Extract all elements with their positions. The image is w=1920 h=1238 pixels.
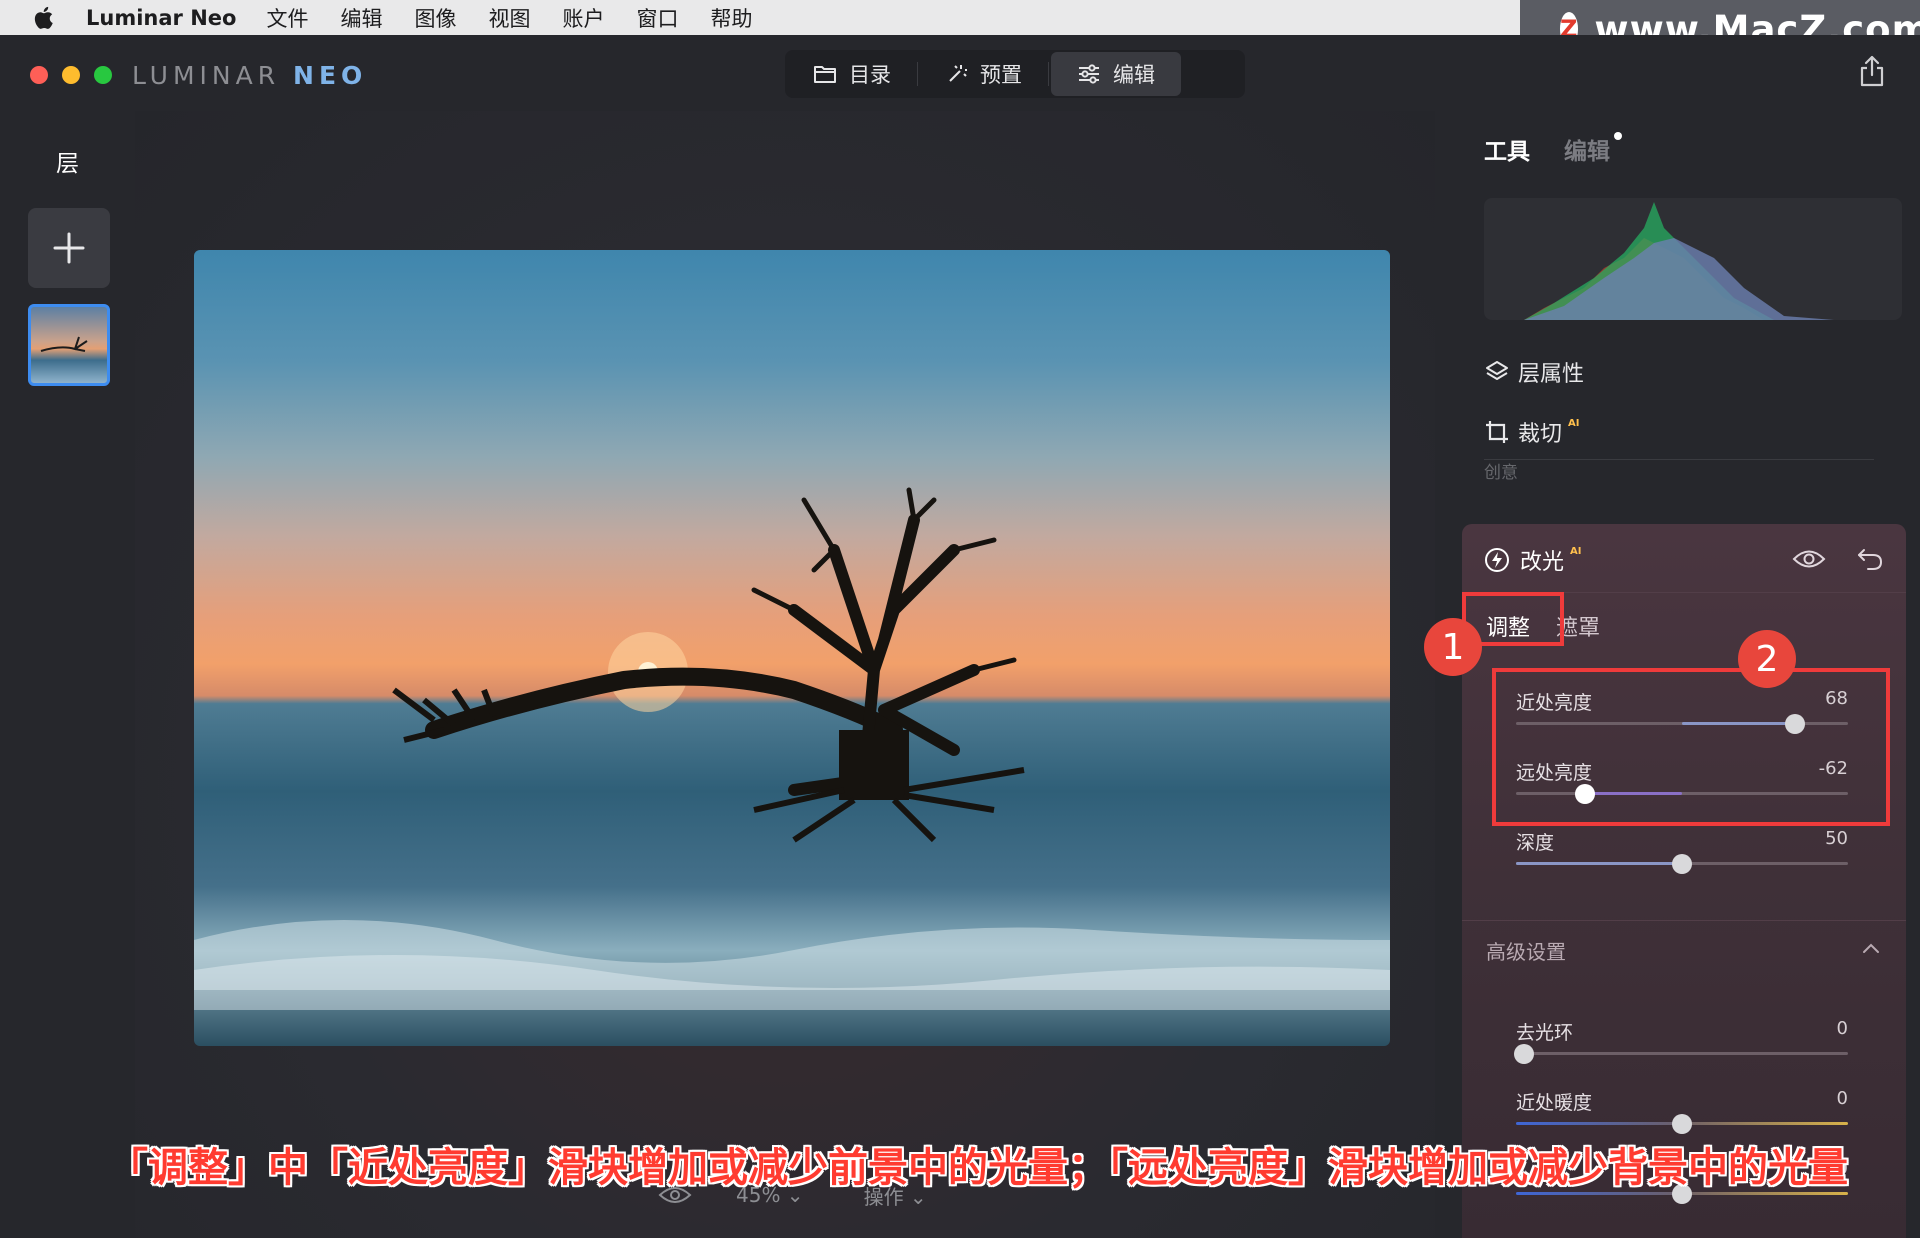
menu-view[interactable]: 视图 bbox=[488, 3, 530, 33]
layer-thumbnail-tree-icon bbox=[40, 336, 88, 352]
menu-help[interactable]: 帮助 bbox=[710, 3, 752, 33]
slider-near-warmth[interactable]: 近处暖度 0 bbox=[1516, 1088, 1848, 1134]
folder-icon bbox=[814, 66, 836, 83]
app-logo-luminar: LUMINAR bbox=[132, 61, 294, 90]
tab-edits[interactable]: 编辑 bbox=[1564, 132, 1622, 166]
slider-track[interactable] bbox=[1516, 1052, 1848, 1055]
mode-separator bbox=[917, 62, 918, 86]
app-logo: LUMINAR NEO bbox=[132, 61, 367, 90]
slider-label: 去光环 bbox=[1516, 1022, 1574, 1044]
app-logo-neo: NEO bbox=[293, 61, 368, 90]
step-badge-2: 2 bbox=[1738, 630, 1796, 688]
slider-depth[interactable]: 深度 50 bbox=[1516, 828, 1848, 874]
group-label-creative: 创意 bbox=[1484, 463, 1518, 483]
tab-edit[interactable]: 编辑 bbox=[1051, 52, 1181, 96]
highlight-brightness-sliders bbox=[1492, 668, 1890, 826]
mode-switcher: 目录 预置 编辑 bbox=[785, 50, 1245, 98]
tab-catalog-label: 目录 bbox=[849, 63, 891, 87]
sliders-icon bbox=[1079, 64, 1099, 84]
tools-divider bbox=[1484, 459, 1874, 460]
ai-badge: AI bbox=[1568, 418, 1580, 429]
advanced-divider bbox=[1462, 920, 1906, 921]
step-badge-1: 1 bbox=[1424, 618, 1482, 676]
relight-header[interactable]: 改光 AI bbox=[1484, 544, 1581, 576]
relight-bolt-icon bbox=[1485, 548, 1509, 572]
add-layer-button[interactable] bbox=[28, 208, 110, 288]
magic-wand-icon bbox=[949, 65, 967, 82]
menu-account[interactable]: 账户 bbox=[562, 3, 604, 33]
histogram-graph bbox=[1524, 202, 1834, 320]
apple-icon[interactable] bbox=[32, 5, 58, 31]
plus-icon bbox=[53, 232, 85, 264]
slider-label: 深度 bbox=[1516, 832, 1555, 854]
slider-value[interactable]: 50 bbox=[1825, 828, 1848, 849]
layer-thumbnail[interactable] bbox=[28, 304, 110, 386]
undo-icon[interactable] bbox=[1856, 546, 1884, 572]
advanced-settings-toggle[interactable]: 高级设置 bbox=[1486, 936, 1566, 965]
slider-value[interactable]: 0 bbox=[1837, 1018, 1848, 1039]
tab-presets-label: 预置 bbox=[980, 63, 1022, 87]
tab-edit-label: 编辑 bbox=[1113, 63, 1155, 87]
close-window-button[interactable] bbox=[30, 66, 48, 84]
tool-layer-properties-label: 层属性 bbox=[1518, 362, 1585, 387]
share-icon[interactable] bbox=[1858, 55, 1886, 87]
tutorial-caption: 「调整」中「近处亮度」滑块增加或减少前景中的光量；「远处亮度」滑块增加或减少背景… bbox=[108, 1145, 1848, 1191]
mode-separator bbox=[1048, 62, 1049, 86]
slider-thumb[interactable] bbox=[1514, 1044, 1534, 1064]
menu-app-name[interactable]: Luminar Neo bbox=[86, 6, 236, 30]
minimize-window-button[interactable] bbox=[62, 66, 80, 84]
tool-layer-properties[interactable]: 层属性 bbox=[1484, 356, 1584, 388]
tab-catalog[interactable]: 目录 bbox=[787, 52, 917, 96]
menu-image[interactable]: 图像 bbox=[414, 3, 456, 33]
tab-edits-label: 编辑 bbox=[1564, 139, 1610, 165]
tab-tools[interactable]: 工具 bbox=[1484, 132, 1530, 166]
menu-window[interactable]: 窗口 bbox=[636, 3, 678, 33]
edits-indicator-dot bbox=[1614, 132, 1622, 140]
eye-icon[interactable] bbox=[1792, 548, 1826, 570]
slider-label: 近处暖度 bbox=[1516, 1092, 1593, 1114]
layers-title: 层 bbox=[56, 151, 79, 177]
crop-icon bbox=[1486, 421, 1508, 443]
slider-fill bbox=[1516, 862, 1682, 865]
zoom-window-button[interactable] bbox=[94, 66, 112, 84]
ai-badge: AI bbox=[1570, 546, 1582, 557]
slider-thumb[interactable] bbox=[1672, 1114, 1692, 1134]
relight-title: 改光 bbox=[1520, 550, 1565, 575]
menu-edit[interactable]: 编辑 bbox=[340, 3, 382, 33]
slider-thumb[interactable] bbox=[1672, 854, 1692, 874]
chevron-up-icon[interactable] bbox=[1862, 942, 1880, 954]
slider-dehalo[interactable]: 去光环 0 bbox=[1514, 1018, 1848, 1064]
layers-icon bbox=[1486, 361, 1508, 380]
tool-crop-label: 裁切 bbox=[1518, 422, 1563, 447]
photo-preview[interactable] bbox=[194, 250, 1390, 1046]
slider-value[interactable]: 0 bbox=[1837, 1088, 1848, 1109]
tab-presets[interactable]: 预置 bbox=[920, 52, 1048, 96]
menu-file[interactable]: 文件 bbox=[266, 3, 308, 33]
driftwood-tree-silhouette bbox=[194, 487, 1390, 1010]
title-bar: LUMINAR NEO 目录 预置 编辑 bbox=[0, 35, 1920, 111]
histogram bbox=[1484, 198, 1902, 320]
tool-crop[interactable]: 裁切 AI bbox=[1484, 416, 1579, 448]
right-panel-tabs: 工具 编辑 bbox=[1484, 132, 1622, 166]
